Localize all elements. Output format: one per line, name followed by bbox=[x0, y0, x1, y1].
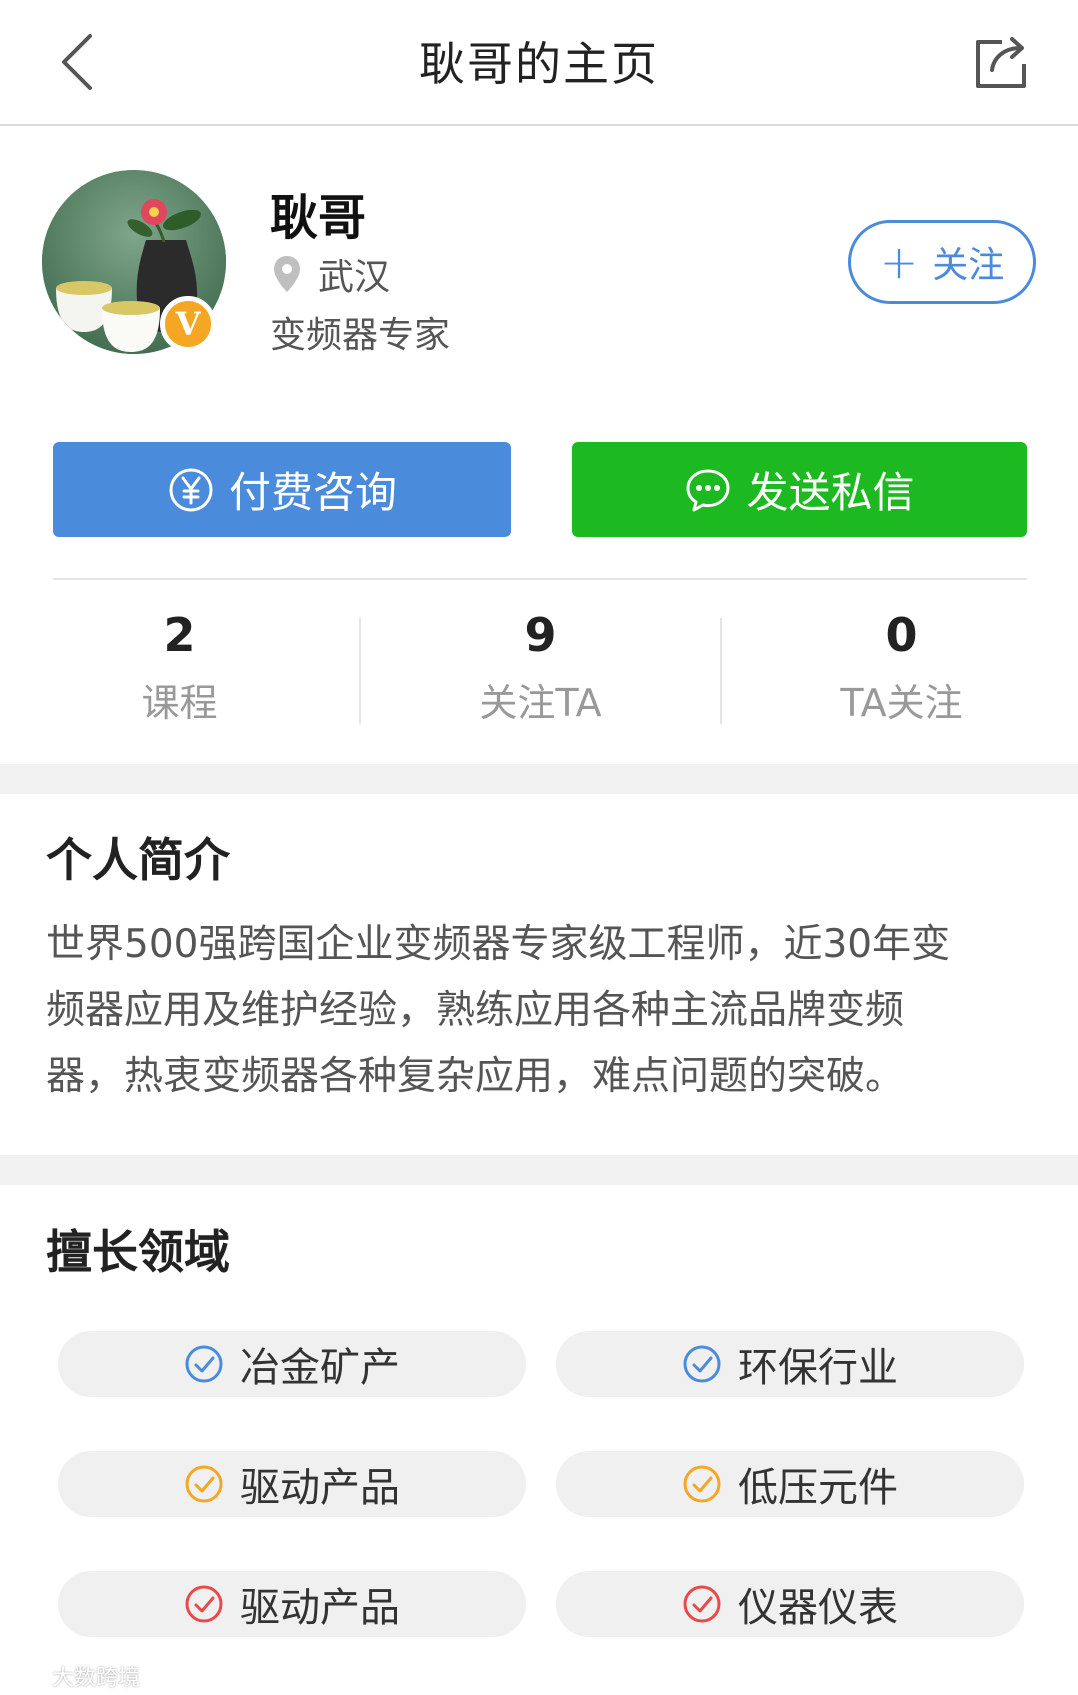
paid-consultation-button[interactable]: 付费咨询 bbox=[53, 442, 511, 537]
tag-label: 驱动产品 bbox=[240, 1585, 400, 1631]
expertise-tag[interactable]: 仪器仪表 bbox=[556, 1571, 1024, 1637]
intro-line: 世界500强跨国企业变频器专家级工程师，近30年变 bbox=[46, 922, 951, 967]
send-message-button[interactable]: 发送私信 bbox=[572, 442, 1027, 537]
tag-label: 仪器仪表 bbox=[738, 1585, 898, 1631]
watermark-logo-icon bbox=[7, 1666, 44, 1686]
stat-value: 2 bbox=[163, 608, 196, 662]
check-circle-icon bbox=[185, 1465, 223, 1503]
check-circle-icon bbox=[683, 1585, 721, 1623]
page-title: 耿哥的主页 bbox=[419, 37, 659, 91]
section-gap bbox=[0, 1155, 1078, 1185]
expertise-tag[interactable]: 冶金矿产 bbox=[58, 1331, 526, 1397]
stat-value: 9 bbox=[524, 608, 557, 662]
tag-label: 低压元件 bbox=[738, 1465, 898, 1511]
stat-courses[interactable]: 2 课程 bbox=[0, 600, 359, 727]
paid-consultation-label: 付费咨询 bbox=[228, 468, 397, 517]
expertise-tag[interactable]: 驱动产品 bbox=[58, 1571, 526, 1637]
intro-line: 频器应用及维护经验，熟练应用各种主流品牌变频 bbox=[46, 988, 905, 1033]
check-circle-icon bbox=[185, 1585, 223, 1623]
expertise-tag[interactable]: 环保行业 bbox=[556, 1331, 1024, 1397]
top-nav-bar: 耿哥的主页 bbox=[0, 0, 1078, 126]
expertise-title: 擅长领域 bbox=[46, 1225, 230, 1279]
stat-value: 0 bbox=[885, 608, 918, 662]
stats-bar: 2 课程 9 关注TA 0 TA关注 bbox=[0, 600, 1078, 740]
send-message-label: 发送私信 bbox=[746, 468, 915, 517]
stat-label: TA关注 bbox=[840, 681, 963, 725]
intro-title: 个人简介 bbox=[46, 833, 230, 887]
watermark-text: 大数跨境 bbox=[52, 1666, 141, 1691]
yen-circle-icon bbox=[169, 468, 213, 511]
expertise-tag[interactable]: 低压元件 bbox=[556, 1451, 1024, 1517]
share-icon bbox=[976, 37, 1026, 88]
follow-label: 关注 bbox=[932, 245, 1005, 286]
section-gap bbox=[0, 764, 1078, 794]
chat-bubble-icon bbox=[686, 469, 730, 511]
profile-title: 变频器专家 bbox=[270, 315, 451, 356]
stat-following[interactable]: 0 TA关注 bbox=[722, 600, 1078, 727]
stat-label: 关注TA bbox=[479, 681, 602, 725]
stat-followers[interactable]: 9 关注TA bbox=[361, 600, 720, 727]
verified-badge: V bbox=[160, 296, 216, 352]
check-circle-icon bbox=[185, 1345, 223, 1383]
check-circle-icon bbox=[683, 1465, 721, 1503]
tag-label: 冶金矿产 bbox=[240, 1345, 400, 1391]
intro-text: 世界500强跨国企业变频器专家级工程师，近30年变 频器应用及维护经验，熟练应用… bbox=[46, 912, 1026, 1110]
expertise-tag[interactable]: 驱动产品 bbox=[58, 1451, 526, 1517]
stat-label: 课程 bbox=[141, 681, 218, 725]
plus-icon: + bbox=[879, 235, 919, 289]
tag-label: 环保行业 bbox=[738, 1345, 898, 1391]
location-text: 武汉 bbox=[318, 257, 391, 298]
intro-line: 器，热衷变频器各种复杂应用，难点问题的突破。 bbox=[46, 1054, 905, 1099]
location-row: 武汉 bbox=[272, 248, 390, 300]
share-button[interactable] bbox=[964, 24, 1040, 100]
check-circle-icon bbox=[683, 1345, 721, 1383]
profile-name: 耿哥 bbox=[270, 190, 367, 246]
divider bbox=[53, 578, 1027, 580]
follow-button[interactable]: + 关注 bbox=[848, 220, 1036, 304]
tag-label: 驱动产品 bbox=[240, 1465, 400, 1511]
watermark: 大数跨境 bbox=[6, 1660, 140, 1692]
location-pin-icon bbox=[274, 256, 300, 292]
